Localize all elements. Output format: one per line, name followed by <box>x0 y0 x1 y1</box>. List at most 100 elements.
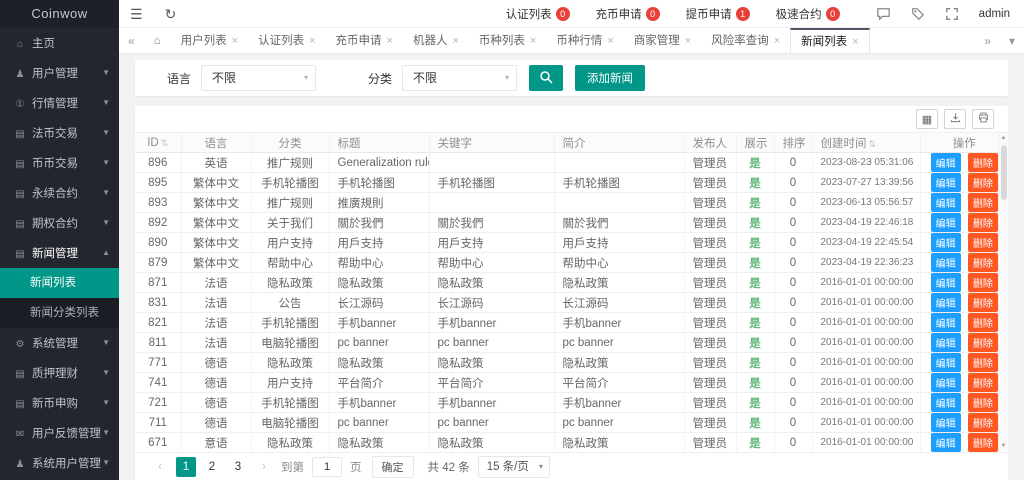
quicklink-auth-list[interactable]: 认证列表 0 <box>506 6 570 22</box>
close-icon[interactable]: × <box>387 35 393 47</box>
delete-button[interactable]: 删除 <box>968 353 998 372</box>
quicklink-withdraw-request[interactable]: 提币申请 1 <box>686 6 750 22</box>
scroll-down-icon[interactable]: ▼ <box>999 441 1008 451</box>
delete-button[interactable]: 删除 <box>968 273 998 292</box>
tab-auth-list[interactable]: 认证列表× <box>248 28 325 53</box>
sidebar-item-system-management[interactable]: ⚙系统管理 ▼ <box>0 328 119 358</box>
tag-icon[interactable] <box>901 7 935 21</box>
page-button-3[interactable]: 3 <box>228 457 248 477</box>
header-id[interactable]: ID⇅ <box>135 133 181 153</box>
edit-button[interactable]: 编辑 <box>931 333 961 352</box>
sidebar-item-home[interactable]: ⌂主页 <box>0 28 119 58</box>
close-icon[interactable]: × <box>452 35 458 47</box>
delete-button[interactable]: 删除 <box>968 333 998 352</box>
tab-deposit-request[interactable]: 充币申请× <box>326 28 403 53</box>
table-scrollbar[interactable]: ▲ ▼ <box>998 133 1008 451</box>
delete-button[interactable]: 删除 <box>968 193 998 212</box>
delete-button[interactable]: 删除 <box>968 233 998 252</box>
menu-toggle-icon[interactable]: ☰ <box>119 0 154 28</box>
delete-button[interactable]: 删除 <box>968 253 998 272</box>
close-icon[interactable]: × <box>607 35 613 47</box>
sidebar-item-perpetual-contract[interactable]: ▤永续合约 ▼ <box>0 178 119 208</box>
edit-button[interactable]: 编辑 <box>931 353 961 372</box>
edit-button[interactable]: 编辑 <box>931 253 961 272</box>
tabs-scroll-left-icon[interactable]: « <box>119 28 144 53</box>
category-select[interactable]: 不限 ▾ <box>402 65 517 91</box>
close-icon[interactable]: × <box>774 35 780 47</box>
delete-button[interactable]: 删除 <box>968 413 998 432</box>
goto-confirm-button[interactable]: 确定 <box>372 456 414 478</box>
sidebar-item-fiat-trade[interactable]: ▤法币交易 ▼ <box>0 118 119 148</box>
quicklink-deposit-request[interactable]: 充币申请 0 <box>596 6 660 22</box>
delete-button[interactable]: 删除 <box>968 293 998 312</box>
prev-page-button[interactable]: ‹ <box>150 457 170 477</box>
edit-button[interactable]: 编辑 <box>931 293 961 312</box>
tab-merchant-management[interactable]: 商家管理× <box>624 28 701 53</box>
close-icon[interactable]: × <box>232 35 238 47</box>
print-button[interactable] <box>972 109 994 129</box>
sort-icon[interactable]: ⇅ <box>869 139 877 149</box>
close-icon[interactable]: × <box>530 35 536 47</box>
sidebar-subitem-news-category-list[interactable]: 新闻分类列表 <box>0 298 119 328</box>
export-button[interactable] <box>944 109 966 129</box>
home-tab-icon[interactable]: ⌂ <box>144 28 171 53</box>
scrollbar-thumb[interactable] <box>1001 145 1007 200</box>
page-button-1[interactable]: 1 <box>176 457 196 477</box>
delete-button[interactable]: 删除 <box>968 153 998 172</box>
page-button-2[interactable]: 2 <box>202 457 222 477</box>
sort-icon[interactable]: ⇅ <box>161 138 169 148</box>
fullscreen-icon[interactable] <box>935 7 969 21</box>
sidebar-item-new-coin-subscription[interactable]: ▤新币申购 ▼ <box>0 388 119 418</box>
tabs-scroll-right-icon[interactable]: » <box>975 28 1000 53</box>
edit-button[interactable]: 编辑 <box>931 153 961 172</box>
delete-button[interactable]: 删除 <box>968 373 998 392</box>
delete-button[interactable]: 删除 <box>968 433 998 452</box>
tabs-dropdown-icon[interactable]: ▾ <box>1000 28 1024 53</box>
close-icon[interactable]: × <box>852 36 858 48</box>
delete-button[interactable]: 删除 <box>968 393 998 412</box>
sidebar-item-market-management[interactable]: ①行情管理 ▼ <box>0 88 119 118</box>
next-page-button[interactable]: › <box>254 457 274 477</box>
page-size-select[interactable]: 15 条/页 ▾ <box>478 456 550 478</box>
edit-button[interactable]: 编辑 <box>931 173 961 192</box>
tab-risk-rate-query[interactable]: 风险率查询× <box>701 28 790 53</box>
tab-robot[interactable]: 机器人× <box>403 28 469 53</box>
sidebar-item-news-management[interactable]: ▤新闻管理 ▲ <box>0 238 119 268</box>
edit-button[interactable]: 编辑 <box>931 233 961 252</box>
add-news-button[interactable]: 添加新闻 <box>575 65 645 91</box>
columns-filter-button[interactable]: ▦ <box>916 109 938 129</box>
sidebar-item-user-feedback[interactable]: ✉用户反馈管理 ▼ <box>0 418 119 448</box>
sidebar-item-system-user-management[interactable]: ♟系统用户管理 ▼ <box>0 448 119 478</box>
chat-icon[interactable] <box>866 6 901 21</box>
tab-coin-list[interactable]: 币种列表× <box>469 28 546 53</box>
edit-button[interactable]: 编辑 <box>931 373 961 392</box>
sidebar-item-user-management[interactable]: ♟用户管理 ▼ <box>0 58 119 88</box>
admin-user-menu[interactable]: admin <box>979 8 1010 20</box>
sidebar-item-coin-trade[interactable]: ▤币币交易 ▼ <box>0 148 119 178</box>
edit-button[interactable]: 编辑 <box>931 313 961 332</box>
tab-news-list[interactable]: 新闻列表× <box>790 28 869 53</box>
delete-button[interactable]: 删除 <box>968 173 998 192</box>
delete-button[interactable]: 删除 <box>968 213 998 232</box>
sidebar-item-options-contract[interactable]: ▤期权合约 ▼ <box>0 208 119 238</box>
edit-button[interactable]: 编辑 <box>931 273 961 292</box>
close-icon[interactable]: × <box>685 35 691 47</box>
goto-page-input[interactable] <box>312 457 342 477</box>
tab-user-list[interactable]: 用户列表× <box>171 28 248 53</box>
edit-button[interactable]: 编辑 <box>931 213 961 232</box>
edit-button[interactable]: 编辑 <box>931 433 961 452</box>
search-button[interactable] <box>529 65 563 91</box>
language-select[interactable]: 不限 ▾ <box>201 65 316 91</box>
close-icon[interactable]: × <box>309 35 315 47</box>
sidebar-item-staking-finance[interactable]: ▤质押理财 ▼ <box>0 358 119 388</box>
edit-button[interactable]: 编辑 <box>931 393 961 412</box>
scroll-up-icon[interactable]: ▲ <box>999 133 1008 143</box>
sidebar-subitem-news-list[interactable]: 新闻列表 <box>0 268 119 298</box>
quicklink-fast-contract[interactable]: 极速合约 0 <box>776 6 840 22</box>
delete-button[interactable]: 删除 <box>968 313 998 332</box>
edit-button[interactable]: 编辑 <box>931 193 961 212</box>
tab-coin-market[interactable]: 币种行情× <box>546 28 623 53</box>
edit-button[interactable]: 编辑 <box>931 413 961 432</box>
header-created[interactable]: 创建时间⇅ <box>812 133 920 153</box>
refresh-icon[interactable]: ↻ <box>154 0 188 28</box>
